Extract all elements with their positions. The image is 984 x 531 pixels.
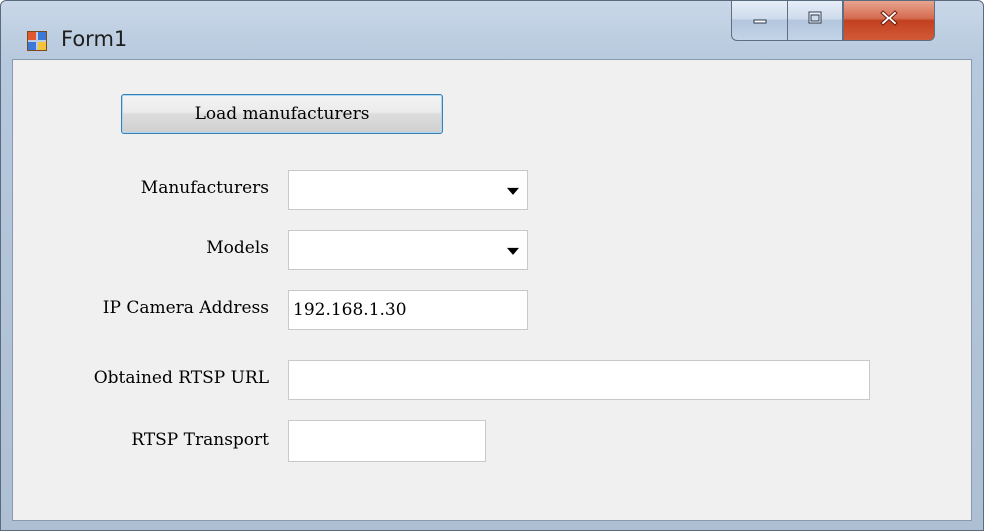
chevron-down-icon[interactable] (507, 187, 519, 195)
chevron-down-icon[interactable] (507, 247, 519, 255)
minimize-button[interactable] (731, 1, 787, 41)
app-window: Form1 Load manufacturers Manufacturers M… (0, 0, 984, 531)
ip-camera-address-input[interactable]: 192.168.1.30 (288, 290, 528, 330)
obtained-rtsp-url-label: Obtained RTSP URL (93, 368, 269, 388)
title-bar[interactable]: Form1 (1, 1, 983, 59)
minimize-icon (752, 10, 768, 31)
manufacturers-label: Manufacturers (140, 178, 269, 198)
window-title: Form1 (61, 27, 128, 51)
rtsp-transport-label: RTSP Transport (131, 430, 269, 450)
models-dropdown[interactable] (288, 230, 528, 270)
rtsp-transport-input[interactable] (288, 420, 486, 462)
manufacturers-dropdown[interactable] (288, 170, 528, 210)
form-client-area: Load manufacturers Manufacturers Models … (12, 59, 972, 521)
ip-camera-address-value: 192.168.1.30 (293, 300, 407, 320)
maximize-icon (807, 10, 823, 31)
ip-camera-address-label: IP Camera Address (102, 298, 269, 318)
load-manufacturers-button[interactable]: Load manufacturers (121, 94, 443, 134)
window-controls (731, 1, 935, 41)
models-label: Models (206, 238, 269, 258)
close-icon (879, 9, 899, 32)
maximize-button[interactable] (787, 1, 843, 41)
close-button[interactable] (843, 1, 935, 41)
obtained-rtsp-url-input[interactable] (288, 360, 870, 400)
form-window-icon[interactable] (27, 31, 47, 51)
